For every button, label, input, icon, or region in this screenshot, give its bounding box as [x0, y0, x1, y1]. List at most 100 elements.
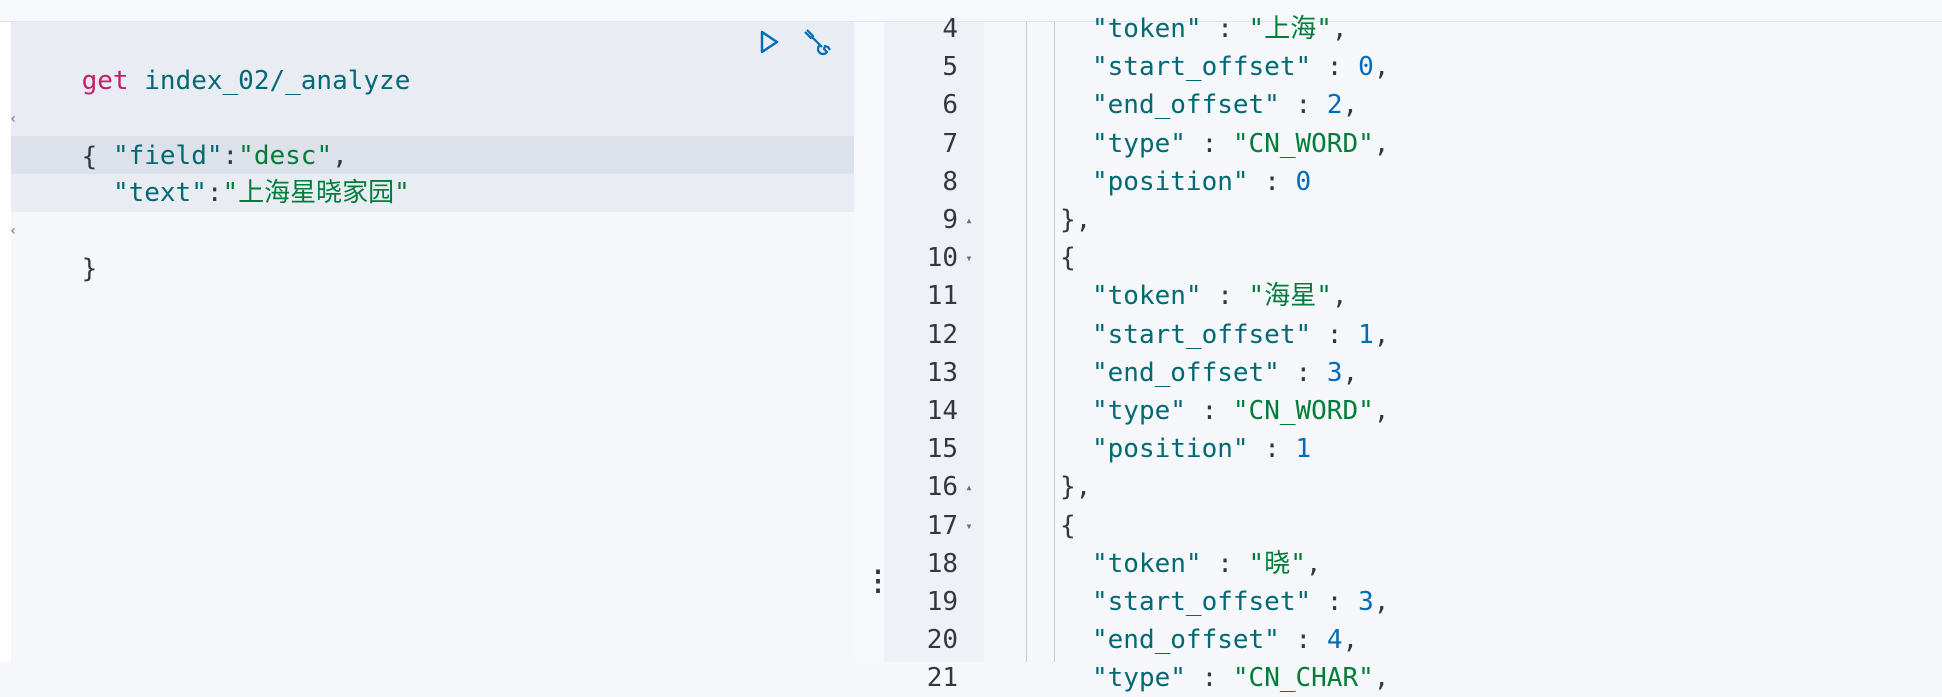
json-value: "晓" — [1248, 548, 1306, 579]
json-key: "start_offset" — [1092, 319, 1312, 350]
json-value: 3 — [1326, 357, 1343, 388]
json-value: 0 — [1295, 166, 1312, 197]
response-line: { — [1060, 239, 1076, 277]
line-number: 18 — [926, 548, 958, 579]
line-number: 20 — [926, 625, 958, 656]
response-line: "type" : "CN_WORD", — [1092, 392, 1389, 430]
comma: , — [1373, 319, 1390, 350]
response-line: "start_offset" : 0, — [1092, 48, 1389, 86]
line-number: 12 — [926, 319, 958, 350]
comma: , — [1342, 90, 1359, 121]
separator: : — [1201, 281, 1249, 312]
response-line: "token" : "海星", — [1092, 277, 1348, 315]
response-line: "token" : "上海", — [1092, 10, 1348, 48]
separator: : — [1185, 396, 1233, 426]
comma: , — [1342, 357, 1359, 388]
separator: : — [1279, 625, 1327, 656]
fold-marker-icon[interactable]: ‹ — [9, 212, 17, 250]
json-key: "start_offset" — [1092, 52, 1312, 83]
response-line: "position" : 1 — [1092, 430, 1311, 468]
text-key: "text" — [112, 178, 207, 208]
comma: , — [1305, 548, 1322, 579]
fold-marker-icon[interactable]: ‹ — [9, 100, 17, 138]
line-number: 16 — [926, 472, 958, 503]
request-line-field[interactable]: "field":"desc", — [19, 99, 348, 171]
comma: , — [1342, 625, 1359, 656]
line-number: 9 — [942, 205, 958, 235]
fold-caret-down-icon[interactable]: ▾ — [962, 239, 976, 277]
response-line: "end_offset" : 4, — [1092, 621, 1358, 659]
comma: , — [1373, 52, 1390, 83]
separator: : — [1201, 14, 1249, 44]
line-number: 4 — [942, 14, 958, 44]
brace: { — [1060, 243, 1076, 274]
json-key: "type" — [1092, 663, 1186, 694]
comma: , — [1373, 128, 1390, 159]
json-key: "position" — [1092, 434, 1249, 465]
response-line: }, — [1060, 468, 1091, 506]
json-key: "type" — [1092, 396, 1186, 426]
fold-caret-up-icon[interactable]: ▴ — [962, 201, 976, 239]
response-line: "start_offset" : 1, — [1092, 316, 1389, 354]
brace: }, — [1060, 472, 1092, 503]
json-value: 2 — [1326, 90, 1343, 121]
line-number: 5 — [942, 52, 958, 83]
fold-caret-down-icon[interactable]: ▾ — [962, 507, 976, 545]
response-line: { — [1060, 507, 1076, 545]
response-line: "end_offset" : 2, — [1092, 86, 1358, 124]
separator: : — [1311, 52, 1359, 83]
close-brace: } — [81, 254, 98, 284]
response-line: "start_offset" : 3, — [1092, 583, 1389, 621]
response-line: "token" : "晓", — [1092, 545, 1322, 583]
vertical-dots-icon[interactable]: ⋮ — [864, 567, 892, 595]
fold-caret-up-icon[interactable]: ▴ — [962, 468, 976, 506]
line-number: 7 — [942, 128, 958, 159]
line-number: 6 — [942, 90, 958, 121]
indent-guide — [1054, 22, 1055, 662]
response-line: }, — [1060, 201, 1091, 239]
json-key: "token" — [1092, 548, 1202, 579]
json-key: "position" — [1092, 166, 1249, 197]
wrench-icon[interactable] — [801, 26, 833, 58]
request-line-text[interactable]: "text":"上海星晓家园" — [19, 136, 410, 208]
response-line: "position" : 0 — [1092, 163, 1311, 201]
request-path: index_02/_analyze — [144, 66, 411, 96]
json-value: "海星" — [1248, 281, 1332, 312]
request-editor[interactable]: get index_02/_analyze ‹ { "field":"desc"… — [9, 22, 854, 662]
comma: , — [1331, 281, 1348, 312]
response-line: "type" : "CN_CHAR", — [1092, 659, 1389, 697]
line-number: 15 — [926, 434, 958, 465]
json-key: "token" — [1092, 14, 1202, 44]
request-line-open[interactable]: ‹ { — [9, 62, 97, 172]
top-toolbar — [0, 0, 1942, 22]
separator: : — [1311, 587, 1359, 617]
json-key: "end_offset" — [1092, 625, 1280, 656]
json-value: 1 — [1358, 319, 1374, 350]
separator: : — [1185, 663, 1233, 694]
request-line-method[interactable]: get index_02/_analyze — [19, 24, 411, 96]
json-key: "start_offset" — [1092, 587, 1312, 617]
line-number: 21 — [926, 663, 958, 694]
response-line: "end_offset" : 3, — [1092, 354, 1358, 392]
request-actions — [753, 26, 833, 58]
response-output[interactable]: "token" : "上海", "start_offset" : 0, "end_o… — [984, 14, 1942, 693]
line-number: 17 — [926, 510, 958, 541]
json-value: "CN_WORD" — [1232, 396, 1374, 426]
separator: : — [1311, 319, 1359, 350]
line-number: 14 — [926, 396, 958, 426]
json-value: 1 — [1295, 434, 1312, 465]
json-key: "end_offset" — [1092, 90, 1280, 121]
line-number: 19 — [926, 587, 958, 617]
comma: , — [1373, 396, 1390, 426]
json-value: 0 — [1358, 52, 1374, 83]
play-triangle-icon[interactable] — [753, 26, 785, 58]
panel-splitter[interactable]: ⋮ — [854, 22, 892, 662]
request-line-close[interactable]: ‹ } — [9, 174, 97, 284]
json-value: "CN_CHAR" — [1232, 663, 1374, 694]
json-value: 4 — [1326, 625, 1343, 656]
line-number: 10 — [926, 243, 958, 274]
line-number: 8 — [942, 166, 958, 197]
comma: , — [1373, 663, 1390, 694]
line-number: 11 — [926, 281, 958, 312]
separator: : — [1201, 548, 1249, 579]
